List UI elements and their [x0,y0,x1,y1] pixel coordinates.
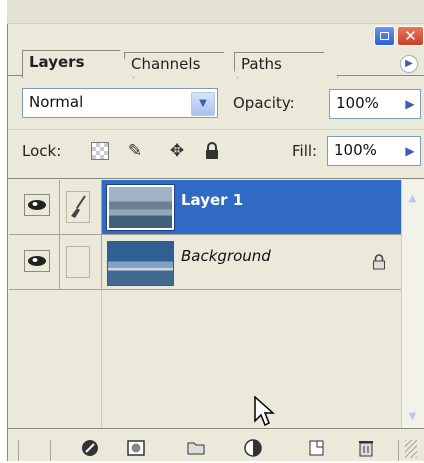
layer-thumbnail[interactable] [106,184,175,231]
divider [59,235,60,290]
divider [9,289,401,290]
fill-label: Fill: [292,142,318,160]
opacity-label: Opacity: [233,94,295,112]
tab-layers[interactable]: Layers [22,50,134,78]
brush-link-icon[interactable] [66,191,90,223]
link-toggle-box[interactable] [66,246,90,278]
divider [59,180,60,235]
triangle-right-icon: ▶ [405,58,413,69]
palette-menu-button[interactable]: ▶ [400,55,418,73]
opacity-value: 100% [336,94,379,112]
add-layer-style-icon[interactable] [80,438,100,458]
divider [50,440,51,461]
fill-value: 100% [334,141,377,159]
close-icon: ✕ [404,27,417,45]
resize-grip-icon[interactable] [405,440,417,458]
new-adjustment-layer-icon[interactable] [243,438,263,458]
layer-name[interactable]: Layer 1 [181,191,243,209]
visibility-eye-icon[interactable] [24,194,50,216]
divider [101,180,102,235]
minimize-icon [380,32,389,40]
opacity-slider-button[interactable]: ▶ [401,91,419,117]
fill-slider-button[interactable]: ▶ [401,138,419,164]
layers-scrollbar[interactable] [401,180,424,428]
divider [101,235,102,290]
visibility-eye-icon[interactable] [24,250,50,272]
scroll-up-icon[interactable]: ▲ [403,190,422,208]
minimize-button[interactable] [374,26,395,46]
divider [398,440,399,461]
triangle-right-icon: ▶ [405,144,415,158]
divider [8,129,424,130]
add-mask-icon[interactable] [126,438,146,458]
new-layer-icon[interactable] [306,438,326,458]
scroll-down-icon[interactable]: ▼ [403,408,422,426]
delete-layer-icon[interactable] [356,438,376,458]
triangle-right-icon: ▶ [405,97,415,111]
lock-position-icon[interactable]: ✥ [168,142,186,160]
padlock-icon [372,254,386,270]
mouse-cursor-icon [253,395,275,429]
lock-all-icon[interactable] [203,142,221,160]
lock-image-pixels-icon[interactable]: ✎ [126,142,144,160]
divider [101,290,102,428]
lock-label: Lock: [22,142,62,160]
tab-paths[interactable]: Paths [234,52,338,78]
palette-title-strip[interactable] [7,0,424,24]
blend-mode-value: Normal [29,93,84,111]
lock-transparency-icon[interactable] [91,142,109,160]
layer-name[interactable]: Background [181,247,271,265]
new-group-icon[interactable] [186,438,206,458]
divider [18,440,19,461]
close-button[interactable]: ✕ [397,26,424,46]
tab-channels[interactable]: Channels [124,52,238,78]
chevron-down-icon[interactable]: ▼ [191,92,215,116]
blend-mode-select[interactable]: Normal ▼ [22,88,218,118]
layer-thumbnail[interactable] [107,241,174,286]
